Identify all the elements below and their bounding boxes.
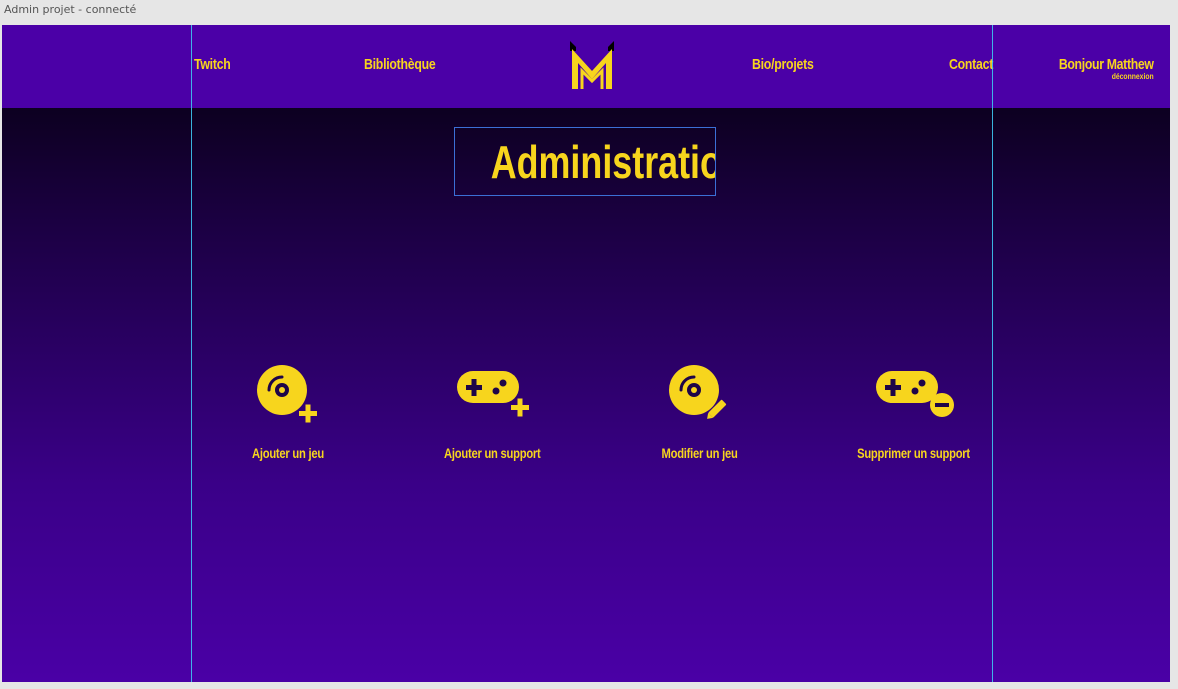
window-title: Admin projet - connecté: [4, 3, 137, 16]
add-support-button[interactable]: Ajouter un support: [412, 363, 572, 473]
edit-game-button[interactable]: Modifier un jeu: [620, 363, 780, 473]
logout-link[interactable]: déconnexion: [1056, 72, 1154, 81]
nav-link-bibliotheque[interactable]: Bibliothèque: [364, 56, 436, 73]
edit-game-label: Modifier un jeu: [661, 445, 739, 461]
disc-plus-icon: [257, 365, 317, 423]
page-title: Administration: [454, 127, 716, 196]
navbar: Twitch Bibliothèque Bio/projets Contact …: [2, 25, 1170, 108]
gamepad-plus-icon: [457, 371, 529, 417]
user-greeting: Bonjour Matthew déconnexion: [1038, 56, 1154, 81]
logo-m-icon[interactable]: [568, 39, 616, 91]
add-game-button[interactable]: Ajouter un jeu: [208, 363, 368, 473]
add-game-label: Ajouter un jeu: [252, 445, 324, 461]
guide-line-left: [191, 25, 192, 682]
nav-link-twitch[interactable]: Twitch: [194, 56, 231, 73]
add-support-label: Ajouter un support: [443, 445, 541, 461]
delete-support-label: Supprimer un support: [857, 445, 971, 461]
artboard: Twitch Bibliothèque Bio/projets Contact …: [2, 25, 1170, 682]
gamepad-minus-icon: [876, 371, 954, 417]
guide-line-right: [992, 25, 993, 682]
disc-edit-icon: [669, 365, 727, 419]
nav-link-bio-projets[interactable]: Bio/projets: [752, 56, 814, 73]
delete-support-button[interactable]: Supprimer un support: [834, 363, 994, 473]
page-title-text: Administration: [490, 136, 715, 188]
greeting-text: Bonjour Matthew: [1059, 56, 1154, 73]
nav-link-contact[interactable]: Contact: [949, 56, 993, 73]
